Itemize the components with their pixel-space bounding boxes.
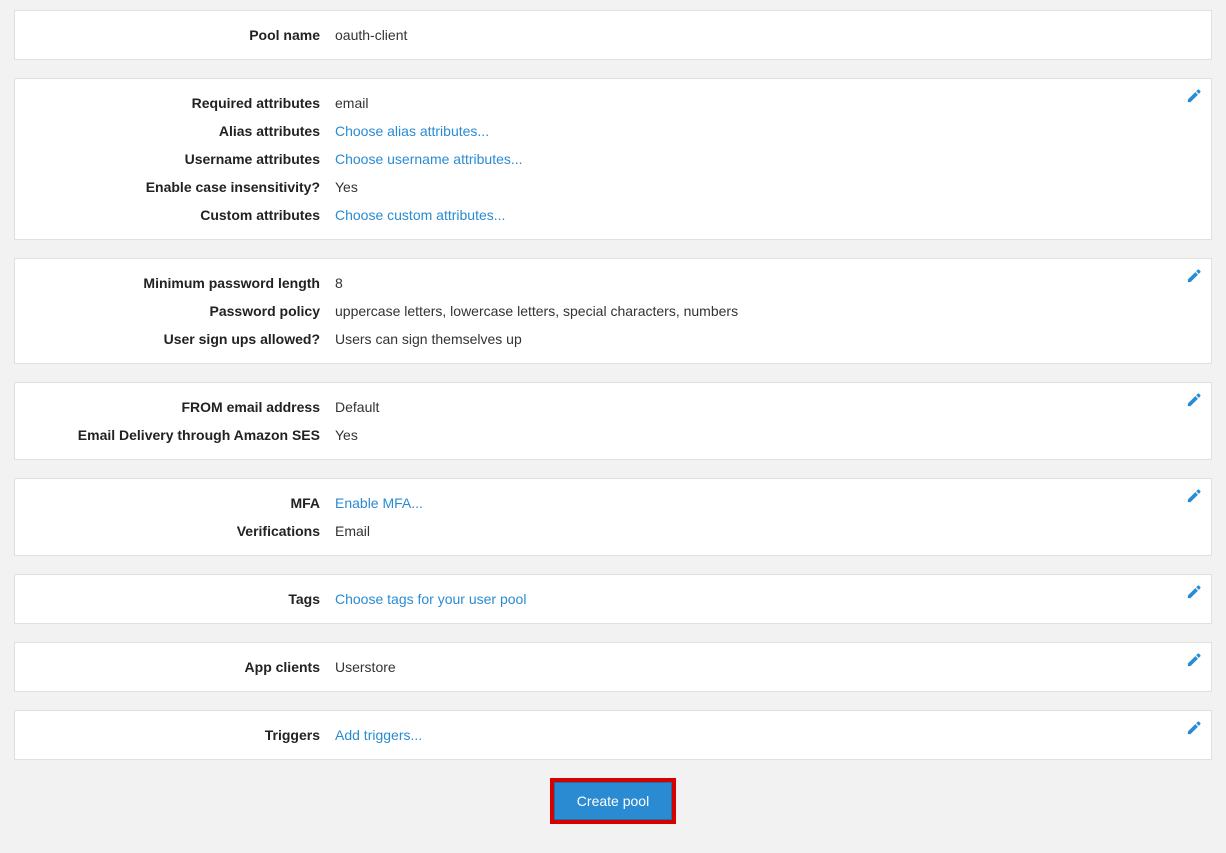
row-alias-attributes: Alias attributes Choose alias attributes… bbox=[30, 117, 1196, 145]
row-custom-attributes: Custom attributes Choose custom attribut… bbox=[30, 201, 1196, 229]
label-triggers: Triggers bbox=[30, 727, 335, 743]
row-tags: Tags Choose tags for your user pool bbox=[30, 585, 1196, 613]
label-ses: Email Delivery through Amazon SES bbox=[30, 427, 335, 443]
link-alias-attributes[interactable]: Choose alias attributes... bbox=[335, 123, 489, 139]
row-sign-ups: User sign ups allowed? Users can sign th… bbox=[30, 325, 1196, 353]
row-app-clients: App clients Userstore bbox=[30, 653, 1196, 681]
pencil-icon[interactable] bbox=[1187, 653, 1201, 667]
label-pool-name: Pool name bbox=[30, 27, 335, 43]
link-enable-mfa[interactable]: Enable MFA... bbox=[335, 495, 423, 511]
row-from-email: FROM email address Default bbox=[30, 393, 1196, 421]
label-case-insensitivity: Enable case insensitivity? bbox=[30, 179, 335, 195]
card-triggers: Triggers Add triggers... bbox=[14, 710, 1212, 760]
row-ses: Email Delivery through Amazon SES Yes bbox=[30, 421, 1196, 449]
value-from-email: Default bbox=[335, 399, 379, 415]
pencil-icon[interactable] bbox=[1187, 393, 1201, 407]
value-ses: Yes bbox=[335, 427, 358, 443]
create-pool-highlight: Create pool bbox=[550, 778, 676, 824]
card-email: FROM email address Default Email Deliver… bbox=[14, 382, 1212, 460]
row-username-attributes: Username attributes Choose username attr… bbox=[30, 145, 1196, 173]
card-pool-name: Pool name oauth-client bbox=[14, 10, 1212, 60]
pencil-icon[interactable] bbox=[1187, 585, 1201, 599]
row-case-insensitivity: Enable case insensitivity? Yes bbox=[30, 173, 1196, 201]
footer: Create pool bbox=[14, 778, 1212, 824]
label-sign-ups: User sign ups allowed? bbox=[30, 331, 335, 347]
label-verifications: Verifications bbox=[30, 523, 335, 539]
row-password-policy: Password policy uppercase letters, lower… bbox=[30, 297, 1196, 325]
link-custom-attributes[interactable]: Choose custom attributes... bbox=[335, 207, 505, 223]
card-tags: Tags Choose tags for your user pool bbox=[14, 574, 1212, 624]
label-mfa: MFA bbox=[30, 495, 335, 511]
row-triggers: Triggers Add triggers... bbox=[30, 721, 1196, 749]
value-verifications: Email bbox=[335, 523, 370, 539]
label-from-email: FROM email address bbox=[30, 399, 335, 415]
value-sign-ups: Users can sign themselves up bbox=[335, 331, 522, 347]
row-mfa: MFA Enable MFA... bbox=[30, 489, 1196, 517]
value-pool-name: oauth-client bbox=[335, 27, 407, 43]
label-password-policy: Password policy bbox=[30, 303, 335, 319]
card-attributes: Required attributes email Alias attribut… bbox=[14, 78, 1212, 240]
label-alias-attributes: Alias attributes bbox=[30, 123, 335, 139]
label-username-attributes: Username attributes bbox=[30, 151, 335, 167]
label-required-attributes: Required attributes bbox=[30, 95, 335, 111]
row-min-password-length: Minimum password length 8 bbox=[30, 269, 1196, 297]
create-pool-button[interactable]: Create pool bbox=[554, 782, 672, 820]
card-mfa: MFA Enable MFA... Verifications Email bbox=[14, 478, 1212, 556]
value-min-password-length: 8 bbox=[335, 275, 343, 291]
pencil-icon[interactable] bbox=[1187, 269, 1201, 283]
value-app-clients: Userstore bbox=[335, 659, 396, 675]
value-password-policy: uppercase letters, lowercase letters, sp… bbox=[335, 303, 738, 319]
label-tags: Tags bbox=[30, 591, 335, 607]
link-add-triggers[interactable]: Add triggers... bbox=[335, 727, 422, 743]
label-app-clients: App clients bbox=[30, 659, 335, 675]
label-min-password-length: Minimum password length bbox=[30, 275, 335, 291]
row-required-attributes: Required attributes email bbox=[30, 89, 1196, 117]
value-case-insensitivity: Yes bbox=[335, 179, 358, 195]
label-custom-attributes: Custom attributes bbox=[30, 207, 335, 223]
link-choose-tags[interactable]: Choose tags for your user pool bbox=[335, 591, 526, 607]
card-password: Minimum password length 8 Password polic… bbox=[14, 258, 1212, 364]
pencil-icon[interactable] bbox=[1187, 89, 1201, 103]
link-username-attributes[interactable]: Choose username attributes... bbox=[335, 151, 523, 167]
row-pool-name: Pool name oauth-client bbox=[30, 21, 1196, 49]
value-required-attributes: email bbox=[335, 95, 368, 111]
pencil-icon[interactable] bbox=[1187, 489, 1201, 503]
pencil-icon[interactable] bbox=[1187, 721, 1201, 735]
card-app-clients: App clients Userstore bbox=[14, 642, 1212, 692]
row-verifications: Verifications Email bbox=[30, 517, 1196, 545]
